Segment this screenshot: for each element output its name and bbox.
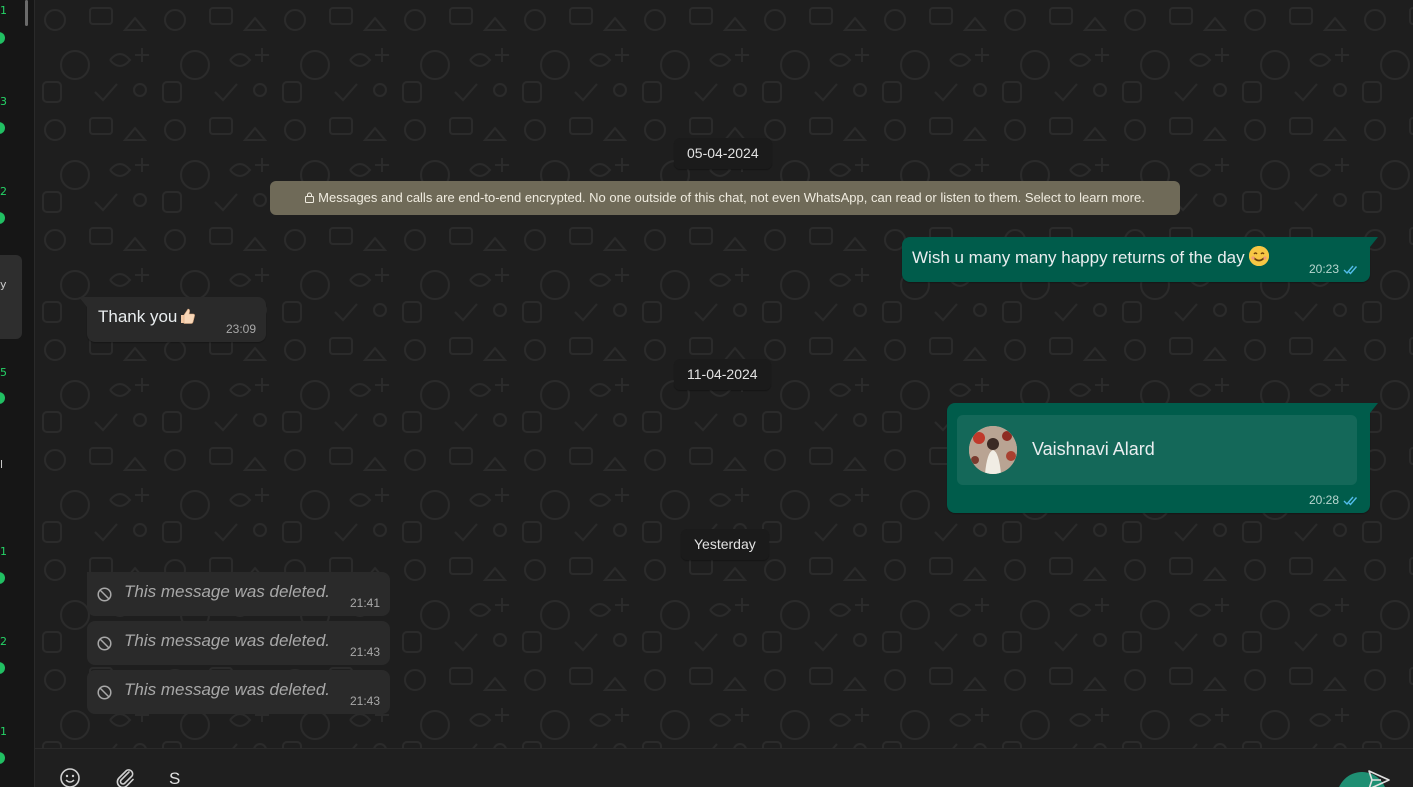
unread-badge bbox=[0, 122, 5, 134]
unread-badge bbox=[0, 752, 5, 764]
unread-count: 1 bbox=[0, 4, 7, 17]
message-time: 21:41 bbox=[349, 596, 380, 610]
chat-preview-fragment: l bbox=[0, 458, 4, 471]
double-check-icon bbox=[1343, 496, 1358, 506]
deleted-message-text: This message was deleted. bbox=[124, 582, 330, 601]
contact-name: Vaishnavi Alard bbox=[1032, 439, 1155, 459]
message-input[interactable]: S bbox=[169, 769, 180, 787]
contact-card[interactable]: Vaishnavi Alard bbox=[957, 415, 1357, 485]
encryption-notice-text: Messages and calls are end-to-end encryp… bbox=[318, 190, 1145, 205]
selected-chat-preview: y bbox=[0, 278, 7, 291]
unread-count: 5 bbox=[0, 366, 7, 379]
message-meta: 20:28 bbox=[1309, 493, 1360, 507]
blocked-icon bbox=[97, 685, 112, 700]
chat-list-edge[interactable]: 1 3 2 y 5 l 1 2 1 bbox=[0, 0, 35, 787]
smiling-face-emoji-icon bbox=[1248, 246, 1269, 266]
emoji-icon[interactable] bbox=[59, 767, 81, 787]
message-meta: 23:09 bbox=[226, 322, 256, 336]
thumbs-up-emoji-icon bbox=[181, 308, 196, 324]
message-time: 20:28 bbox=[1308, 493, 1339, 507]
deleted-message-text: This message was deleted. bbox=[124, 631, 330, 650]
bubble-tail bbox=[1370, 237, 1378, 247]
deleted-message[interactable]: This message was deleted. 21:41 bbox=[87, 572, 390, 616]
selected-chat-item[interactable] bbox=[0, 255, 22, 339]
message-time: 21:43 bbox=[349, 645, 380, 659]
date-separator: 11-04-2024 bbox=[674, 359, 771, 390]
unread-badge bbox=[0, 572, 5, 584]
bubble-tail bbox=[1370, 403, 1378, 413]
blocked-icon bbox=[97, 587, 112, 602]
date-separator: 05-04-2024 bbox=[674, 138, 772, 169]
unread-count: 2 bbox=[0, 185, 7, 198]
whatsapp-window: 1 3 2 y 5 l 1 2 1 05-04-2024 Messages an… bbox=[0, 0, 1413, 787]
unread-count: 3 bbox=[0, 95, 7, 108]
lock-icon bbox=[305, 192, 315, 203]
bubble-tail bbox=[79, 297, 87, 307]
blocked-icon bbox=[97, 636, 112, 651]
double-check-icon bbox=[1343, 265, 1358, 275]
message-time: 21:43 bbox=[349, 694, 380, 708]
deleted-message[interactable]: This message was deleted. 21:43 bbox=[87, 621, 390, 665]
message-text: Thank you bbox=[98, 307, 178, 326]
unread-count: 1 bbox=[0, 725, 7, 738]
message-composer[interactable]: S bbox=[35, 748, 1413, 787]
message-time: 23:09 bbox=[225, 322, 256, 336]
unread-count: 1 bbox=[0, 545, 7, 558]
message-time: 20:23 bbox=[1308, 262, 1339, 276]
unread-badge bbox=[0, 392, 5, 404]
attach-icon[interactable] bbox=[114, 767, 136, 787]
unread-badge bbox=[0, 212, 5, 224]
unread-count: 2 bbox=[0, 635, 7, 648]
send-icon[interactable] bbox=[1367, 769, 1391, 787]
encryption-notice[interactable]: Messages and calls are end-to-end encryp… bbox=[270, 181, 1180, 215]
conversation-panel[interactable]: 05-04-2024 Messages and calls are end-to… bbox=[35, 0, 1413, 748]
message-outgoing[interactable]: Wish u many many happy returns of the da… bbox=[902, 237, 1378, 282]
message-outgoing-contact[interactable]: Vaishnavi Alard 20:28 bbox=[947, 403, 1378, 513]
chat-list-scrollbar[interactable] bbox=[25, 0, 28, 26]
deleted-message[interactable]: This message was deleted. 21:43 bbox=[87, 670, 390, 714]
message-incoming[interactable]: Thank you 23:09 bbox=[79, 297, 266, 342]
unread-badge bbox=[0, 662, 5, 674]
message-meta: 20:23 bbox=[1309, 262, 1360, 276]
deleted-message-text: This message was deleted. bbox=[124, 680, 330, 699]
unread-badge bbox=[0, 32, 5, 44]
message-text: Wish u many many happy returns of the da… bbox=[912, 248, 1245, 267]
date-separator: Yesterday bbox=[681, 529, 769, 560]
contact-avatar bbox=[969, 426, 1017, 474]
